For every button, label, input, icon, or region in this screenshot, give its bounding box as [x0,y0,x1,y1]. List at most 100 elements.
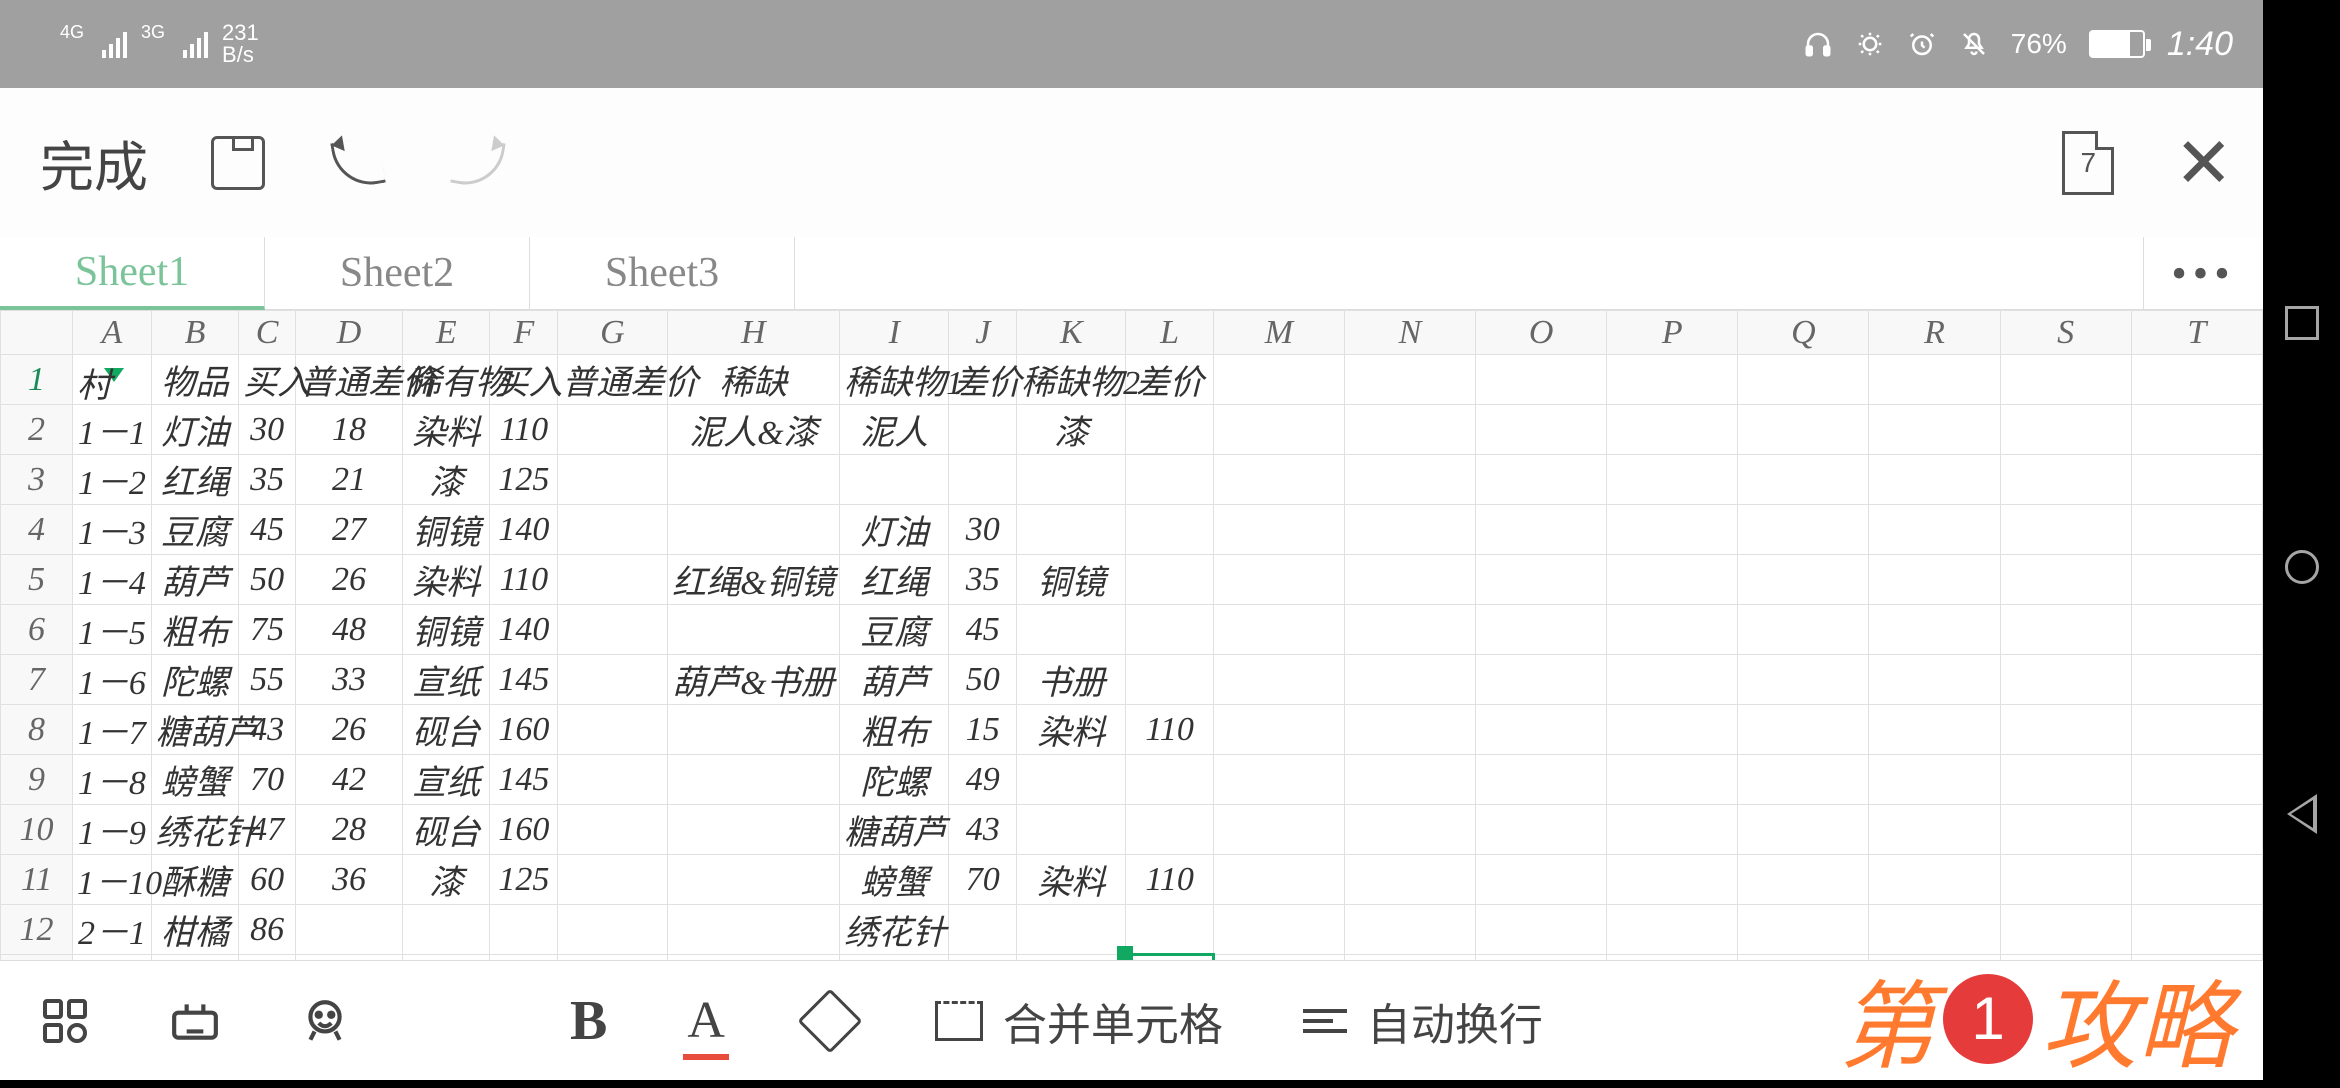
cell-M4[interactable] [1213,505,1344,555]
cell-R3[interactable] [1869,455,2000,505]
nav-back-button[interactable] [2287,794,2317,834]
cell-C12[interactable]: 86 [239,905,296,955]
cell-P5[interactable] [1607,555,1738,605]
tab-sheet3[interactable]: Sheet3 [530,237,795,309]
row-header-12[interactable]: 12 [1,905,73,955]
cell-I7[interactable]: 葫芦 [840,655,949,705]
col-header-D[interactable]: D [296,311,403,355]
cell-L5[interactable] [1126,555,1213,605]
cell-J8[interactable]: 15 [949,705,1017,755]
cell-M12[interactable] [1213,905,1344,955]
corner-cell[interactable] [1,311,73,355]
cell-I6[interactable]: 豆腐 [840,605,949,655]
cell-S3[interactable] [2000,455,2131,505]
col-header-L[interactable]: L [1126,311,1213,355]
cell-G5[interactable] [558,555,667,605]
cell-A3[interactable]: 1－2 [73,455,152,505]
cell-O3[interactable] [1476,455,1607,505]
cell-S12[interactable] [2000,905,2131,955]
cell-N8[interactable] [1344,705,1475,755]
col-header-R[interactable]: R [1869,311,2000,355]
row-header-5[interactable]: 5 [1,555,73,605]
cell-B7[interactable]: 陀螺 [151,655,238,705]
cell-Q10[interactable] [1738,805,1869,855]
cell-I12[interactable]: 绣花针 [840,905,949,955]
cell-Q1[interactable] [1738,355,1869,405]
cell-A10[interactable]: 1－9 [73,805,152,855]
col-header-B[interactable]: B [151,311,238,355]
cell-O8[interactable] [1476,705,1607,755]
cell-I8[interactable]: 粗布 [840,705,949,755]
cell-Q5[interactable] [1738,555,1869,605]
cell-S5[interactable] [2000,555,2131,605]
cell-R1[interactable] [1869,355,2000,405]
cell-G3[interactable] [558,455,667,505]
cell-L7[interactable] [1126,655,1213,705]
cell-E5[interactable]: 染料 [403,555,490,605]
cell-E1[interactable]: 稀有物 [403,355,490,405]
cell-I4[interactable]: 灯油 [840,505,949,555]
cell-O6[interactable] [1476,605,1607,655]
cell-O7[interactable] [1476,655,1607,705]
cell-G8[interactable] [558,705,667,755]
cell-F5[interactable]: 110 [490,555,558,605]
cell-G4[interactable] [558,505,667,555]
cell-Q7[interactable] [1738,655,1869,705]
cell-F8[interactable]: 160 [490,705,558,755]
cell-L3[interactable] [1126,455,1213,505]
cell-M5[interactable] [1213,555,1344,605]
row-header-11[interactable]: 11 [1,855,73,905]
cell-N12[interactable] [1344,905,1475,955]
col-header-P[interactable]: P [1607,311,1738,355]
cell-D7[interactable]: 33 [296,655,403,705]
cell-K4[interactable] [1017,505,1126,555]
tab-sheet2[interactable]: Sheet2 [265,237,530,309]
cell-J7[interactable]: 50 [949,655,1017,705]
cell-J6[interactable]: 45 [949,605,1017,655]
cell-K8[interactable]: 染料 [1017,705,1126,755]
cell-H8[interactable] [667,705,840,755]
cell-T11[interactable] [2131,855,2262,905]
cell-H10[interactable] [667,805,840,855]
row-header-7[interactable]: 7 [1,655,73,705]
cell-A9[interactable]: 1－8 [73,755,152,805]
cell-D9[interactable]: 42 [296,755,403,805]
cell-F10[interactable]: 160 [490,805,558,855]
cell-D2[interactable]: 18 [296,405,403,455]
cell-T12[interactable] [2131,905,2262,955]
cell-C6[interactable]: 75 [239,605,296,655]
cell-T10[interactable] [2131,805,2262,855]
cell-C4[interactable]: 45 [239,505,296,555]
tabs-overflow-button[interactable]: ••• [2143,237,2263,309]
cell-A4[interactable]: 1－3 [73,505,152,555]
cell-R10[interactable] [1869,805,2000,855]
cell-L12[interactable] [1126,905,1213,955]
row-header-6[interactable]: 6 [1,605,73,655]
cell-D8[interactable]: 26 [296,705,403,755]
cell-F1[interactable]: 买入 [490,355,558,405]
cell-L11[interactable]: 110 [1126,855,1213,905]
cell-I9[interactable]: 陀螺 [840,755,949,805]
cell-P10[interactable] [1607,805,1738,855]
cell-O12[interactable] [1476,905,1607,955]
cell-G7[interactable] [558,655,667,705]
cell-K12[interactable] [1017,905,1126,955]
cell-Q4[interactable] [1738,505,1869,555]
cell-K1[interactable]: 稀缺物2 [1017,355,1126,405]
cell-T8[interactable] [2131,705,2262,755]
cell-E12[interactable] [403,905,490,955]
cell-Q2[interactable] [1738,405,1869,455]
cell-G12[interactable] [558,905,667,955]
fill-color-button[interactable] [805,996,855,1046]
cell-E8[interactable]: 砚台 [403,705,490,755]
cell-C7[interactable]: 55 [239,655,296,705]
cell-E6[interactable]: 铜镜 [403,605,490,655]
cell-D10[interactable]: 28 [296,805,403,855]
cell-Q12[interactable] [1738,905,1869,955]
col-header-O[interactable]: O [1476,311,1607,355]
cell-P9[interactable] [1607,755,1738,805]
cell-P6[interactable] [1607,605,1738,655]
col-header-M[interactable]: M [1213,311,1344,355]
cell-K7[interactable]: 书册 [1017,655,1126,705]
cell-Q9[interactable] [1738,755,1869,805]
